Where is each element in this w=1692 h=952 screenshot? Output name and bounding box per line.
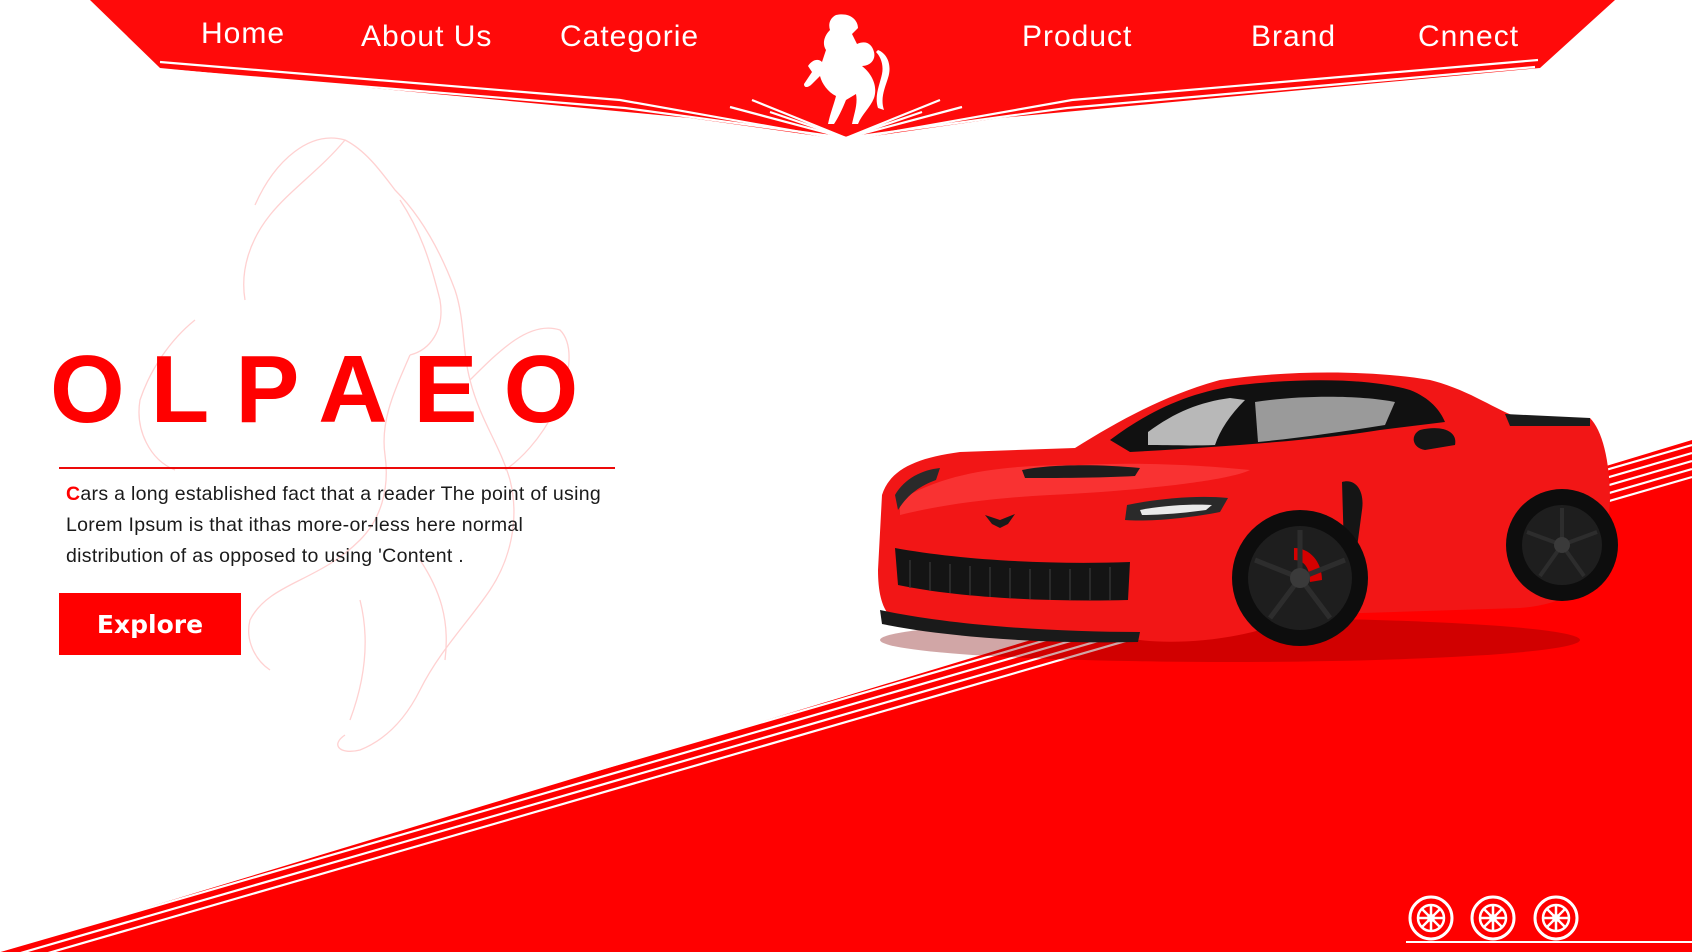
bottom-divider [1406, 941, 1692, 943]
wheel-icon[interactable] [1408, 895, 1454, 941]
wheel-icon[interactable] [1533, 895, 1579, 941]
landing-page: Home About Us Categorie Product Brand Cn… [0, 0, 1692, 952]
red-sports-car-image [878, 372, 1618, 662]
wheel-icon[interactable] [1470, 895, 1516, 941]
